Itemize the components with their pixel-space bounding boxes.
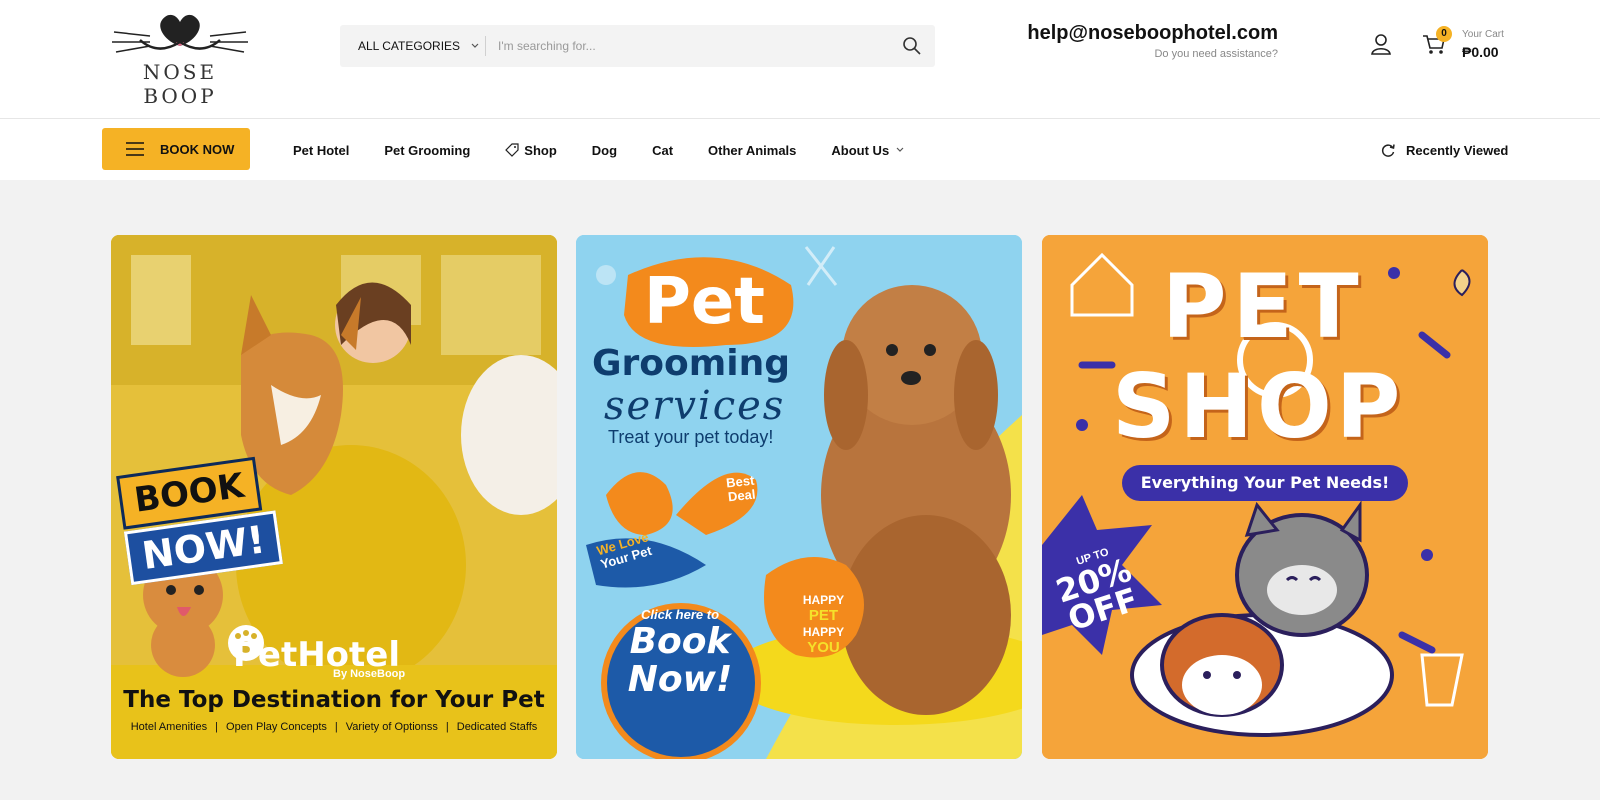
category-select-label: ALL CATEGORIES	[358, 39, 461, 53]
refresh-icon	[1381, 144, 1395, 157]
cart-total: ₱0.00	[1462, 44, 1499, 60]
cart-label: Your Cart	[1462, 29, 1504, 40]
shop-shop-text: SHOP	[1112, 355, 1405, 458]
nav-item-cat[interactable]: Cat	[652, 143, 673, 158]
feature-item: Hotel Amenities	[130, 721, 208, 733]
pet-hotel-title: The Top Destination for Your Pet	[123, 687, 545, 713]
pet-hotel-banner[interactable]: BOOK NOW! PetHotel By NoseBoop The Top D…	[111, 235, 557, 759]
nav-item-about-us-label: About Us	[831, 142, 890, 158]
nav-item-other-animals[interactable]: Other Animals	[708, 143, 796, 158]
shop-pet-text: PET	[1162, 255, 1365, 358]
chevron-down-icon	[896, 147, 904, 152]
book-now-stamp: BOOK NOW!	[116, 455, 284, 586]
happy-text-2: HAPPY	[802, 625, 845, 639]
site-header: NOSE BOOP ALL CATEGORIES help@noseboopho…	[0, 0, 1600, 118]
nav-item-about-us[interactable]: About Us	[831, 143, 905, 158]
contact-subtitle: Do you need assistance?	[1154, 48, 1278, 60]
chevron-down-icon	[471, 43, 479, 48]
grooming-title: Grooming	[592, 343, 791, 384]
feature-item: Open Play Concepts	[226, 721, 327, 733]
nav-item-dog[interactable]: Dog	[592, 143, 617, 158]
book-now-label: BOOK NOW	[160, 141, 235, 157]
pet-text: PET	[808, 607, 839, 624]
site-logo[interactable]: NOSE BOOP	[110, 12, 250, 108]
grooming-tagline: Treat your pet today!	[608, 427, 774, 447]
grooming-pet-text: Pet	[644, 265, 765, 339]
best-deal-badge: Best Deal	[725, 472, 757, 505]
menu-icon	[126, 142, 144, 156]
nav-item-shop[interactable]: Shop	[505, 143, 557, 158]
user-account-icon[interactable]	[1369, 32, 1393, 56]
grooming-book-now-cta[interactable]: Book Now!	[600, 623, 760, 699]
pet-grooming-banner[interactable]: Pet Grooming services Treat your pet tod…	[576, 235, 1022, 759]
category-select[interactable]: ALL CATEGORIES	[358, 25, 480, 67]
recently-viewed-link[interactable]: Recently Viewed	[1380, 119, 1508, 181]
cart-summary[interactable]: Your Cart ₱0.00	[1462, 29, 1504, 60]
contact-info: help@noseboophotel.com Do you need assis…	[1020, 22, 1278, 60]
search-bar: ALL CATEGORIES	[340, 25, 935, 67]
cat-face-logo-icon	[112, 14, 248, 53]
pet-hotel-features: Hotel Amenities | Open Play Concepts | Varie…	[130, 721, 538, 733]
nav-item-pet-grooming[interactable]: Pet Grooming	[384, 143, 470, 158]
main-nav: BOOK NOW Pet Hotel Pet Grooming Shop Dog…	[0, 118, 1600, 180]
grooming-services-text: services	[604, 383, 786, 429]
shop-tagline-pill: Everything Your Pet Needs!	[1122, 465, 1408, 501]
tag-icon	[505, 143, 519, 157]
you-text: YOU	[807, 639, 840, 656]
recently-viewed-label: Recently Viewed	[1406, 142, 1509, 158]
click-here-text: Click here to	[640, 607, 720, 622]
happy-pet-badge: HAPPY PET HAPPY YOU	[791, 592, 856, 656]
pet-shop-banner[interactable]: PET SHOP Everything Your Pet Needs! UP T…	[1042, 235, 1488, 759]
search-icon[interactable]	[901, 35, 923, 57]
logo-text: NOSE BOOP	[142, 60, 218, 108]
nav-item-shop-label: Shop	[524, 142, 557, 158]
pethotel-brand-sub: By NoseBoop	[333, 668, 406, 680]
book-now-button[interactable]: BOOK NOW	[102, 128, 250, 170]
happy-text-1: HAPPY	[802, 593, 845, 607]
nav-item-pet-hotel[interactable]: Pet Hotel	[293, 143, 349, 158]
search-divider	[485, 36, 486, 56]
feature-item: Dedicated Staffs	[456, 721, 538, 733]
nav-links: Pet Hotel Pet Grooming Shop Dog Cat Othe…	[293, 119, 940, 181]
search-input[interactable]	[490, 25, 870, 67]
feature-item: Variety of Optionss	[345, 721, 438, 733]
contact-email[interactable]: help@noseboophotel.com	[1020, 22, 1278, 45]
cart-count-badge: 0	[1436, 26, 1452, 42]
